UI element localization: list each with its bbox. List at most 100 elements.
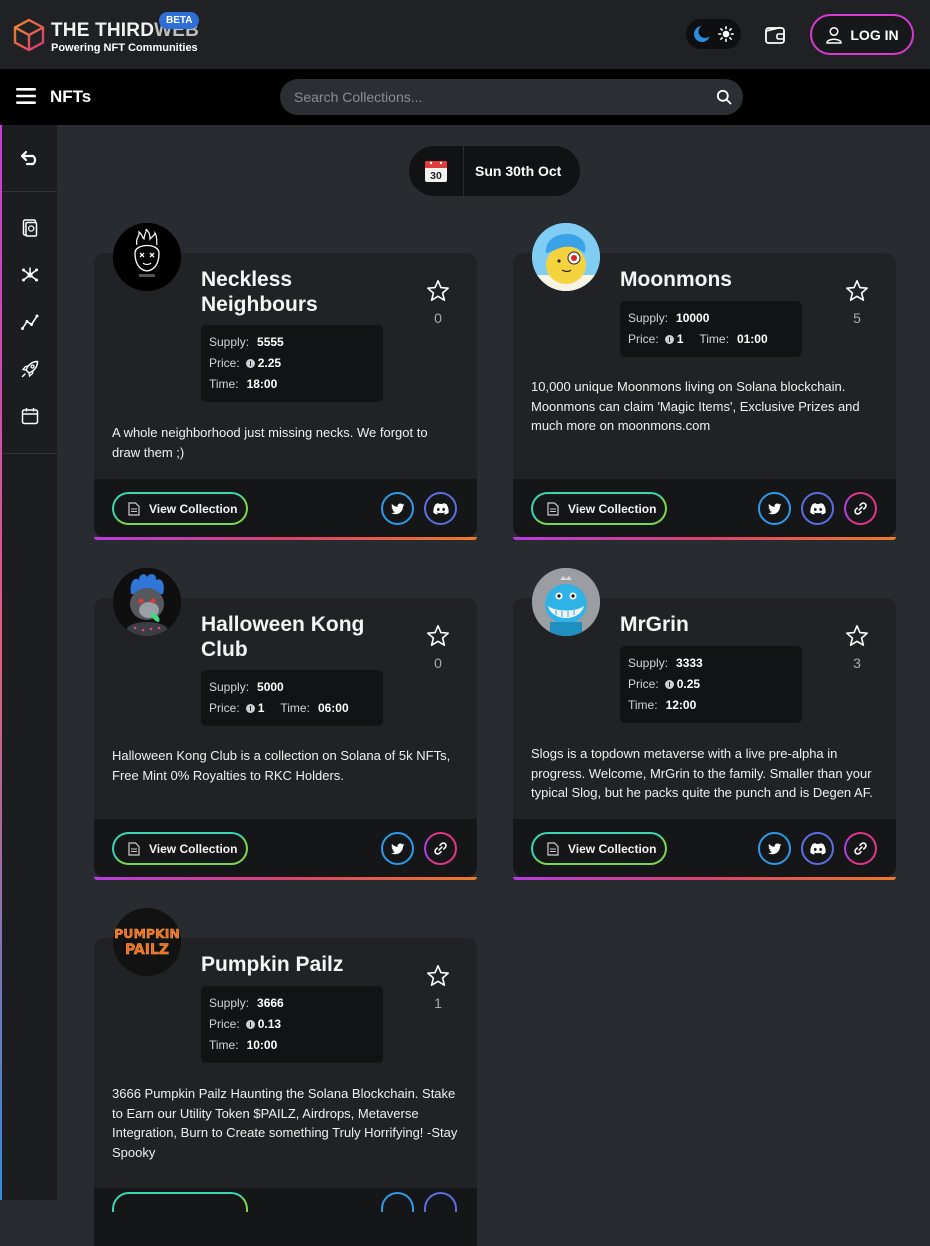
search-icon[interactable] [716, 89, 732, 105]
hamburger-menu-icon[interactable] [16, 88, 36, 104]
collection-description: Halloween Kong Club is a collection on S… [112, 748, 451, 783]
favorite-toggle[interactable]: 1 [425, 964, 451, 1011]
favorite-count: 0 [434, 310, 442, 326]
sol-icon [245, 1020, 255, 1029]
website-link-button[interactable] [424, 832, 457, 865]
twitter-button[interactable] [381, 1192, 414, 1212]
cube-logo-icon[interactable] [12, 18, 46, 52]
collection-avatar[interactable] [532, 223, 600, 291]
login-button[interactable]: LOG IN [810, 14, 914, 55]
collection-card: Moonmons 5 Supply: 10000 Price: 1 Time: 01:0… [513, 223, 896, 540]
star-icon [846, 280, 868, 301]
card-footer: View Collection [513, 479, 896, 537]
collection-avatar[interactable] [532, 568, 600, 636]
discord-button[interactable] [424, 1192, 457, 1212]
collection-card: Halloween Kong Club 0 Supply: 5000 Price: 1… [94, 568, 477, 880]
sun-icon [717, 26, 734, 42]
twitter-icon [767, 502, 781, 514]
discord-button[interactable] [801, 492, 834, 525]
page-title: NFTs [50, 87, 92, 106]
rocket-icon [21, 360, 38, 377]
favorite-count: 3 [853, 655, 861, 671]
discord-button[interactable] [801, 832, 834, 865]
sol-icon [245, 359, 255, 368]
document-icon [128, 501, 140, 516]
twitter-button[interactable] [758, 492, 791, 525]
sidebar-item-stats[interactable] [2, 298, 57, 345]
search-input[interactable] [280, 79, 743, 115]
star-icon [427, 280, 449, 301]
nav-bar: NFTs [0, 69, 930, 125]
collection-name[interactable]: Halloween Kong Club [201, 612, 364, 662]
document-icon [547, 841, 559, 856]
sol-icon [245, 704, 255, 713]
link-icon [854, 842, 867, 855]
beta-badge: BETA [159, 12, 200, 29]
collection-avatar[interactable]: PUMPKIN PAILZ [113, 908, 181, 976]
view-collection-button[interactable]: View Collection [531, 492, 667, 525]
sidebar-item-back[interactable] [2, 125, 57, 192]
favorite-toggle[interactable]: 3 [844, 624, 870, 671]
star-icon [846, 625, 868, 646]
view-collection-button[interactable]: View Collection [112, 492, 248, 525]
favorite-count: 1 [434, 995, 442, 1011]
collection-name[interactable]: Pumpkin Pailz [201, 952, 343, 977]
collection-name[interactable]: MrGrin [620, 612, 689, 637]
twitter-button[interactable] [758, 832, 791, 865]
sidebar-item-collections[interactable] [2, 204, 57, 251]
collection-description: 10,000 unique Moonmons living on Solana … [531, 379, 860, 433]
discord-button[interactable] [424, 492, 457, 525]
card-accent-line [94, 537, 477, 540]
sol-icon [664, 335, 674, 344]
website-link-button[interactable] [844, 492, 877, 525]
favorite-toggle[interactable]: 0 [425, 624, 451, 671]
collection-avatar[interactable] [113, 568, 181, 636]
twitter-icon [390, 842, 404, 854]
card-footer: View Collection [94, 819, 477, 877]
sidebar-item-launches[interactable] [2, 345, 57, 392]
card-footer [94, 1188, 477, 1246]
brand-tagline: Powering NFT Communities [51, 42, 198, 54]
card-footer: View Collection [513, 819, 896, 877]
website-link-button[interactable] [844, 832, 877, 865]
sidebar [0, 125, 57, 1200]
collection-stats: Supply: 5555 Price: 2.25 Time: 18:00 [201, 325, 383, 402]
card-accent-line [513, 877, 896, 880]
wallet-icon [765, 26, 785, 44]
network-icon [21, 267, 38, 281]
link-icon [434, 842, 447, 855]
discord-icon [432, 502, 449, 515]
collection-card: Neckless Neighbours 0 Supply: 5555 Price: 2… [94, 223, 477, 540]
view-collection-button[interactable]: View Collection [531, 832, 667, 865]
discord-icon [809, 502, 826, 515]
wallet-button[interactable] [760, 20, 790, 50]
collection-avatar[interactable] [113, 223, 181, 291]
collection-name[interactable]: Neckless Neighbours [201, 267, 318, 317]
view-collection-button[interactable] [112, 1192, 248, 1212]
collection-name[interactable]: Moonmons [620, 267, 732, 292]
twitter-button[interactable] [381, 492, 414, 525]
collection-card: PUMPKIN PAILZ Pumpkin Pailz 1 Supply: 3666… [94, 908, 477, 1246]
date-selector[interactable]: 30 Sun 30th Oct [409, 146, 580, 196]
view-collection-button[interactable]: View Collection [112, 832, 248, 865]
twitter-button[interactable] [381, 832, 414, 865]
moon-icon [694, 25, 712, 42]
sidebar-item-network[interactable] [2, 251, 57, 298]
collection-card: MrGrin 3 Supply: 3333 Price: 0.25 Time: 12:… [513, 568, 896, 880]
calendar-icon [21, 407, 38, 424]
theme-toggle[interactable] [686, 19, 741, 49]
top-header: THE THIRDWEB Powering NFT Communities BE… [0, 0, 930, 69]
collection-icon [22, 218, 37, 237]
collection-stats: Supply: 3333 Price: 0.25 Time: 12:00 [620, 646, 802, 723]
favorite-toggle[interactable]: 5 [844, 279, 870, 326]
collection-description: A whole neighborhood just missing necks.… [112, 425, 428, 460]
star-icon [427, 965, 449, 986]
login-label: LOG IN [850, 26, 899, 43]
svg-text:30: 30 [430, 170, 442, 182]
twitter-icon [767, 842, 781, 854]
sidebar-item-calendar[interactable] [2, 392, 57, 439]
collection-stats: Supply: 10000 Price: 1 Time: 01:00 [620, 301, 802, 357]
favorite-toggle[interactable]: 0 [425, 279, 451, 326]
collection-description: 3666 Pumpkin Pailz Haunting the Solana B… [112, 1086, 458, 1160]
favorite-count: 0 [434, 655, 442, 671]
